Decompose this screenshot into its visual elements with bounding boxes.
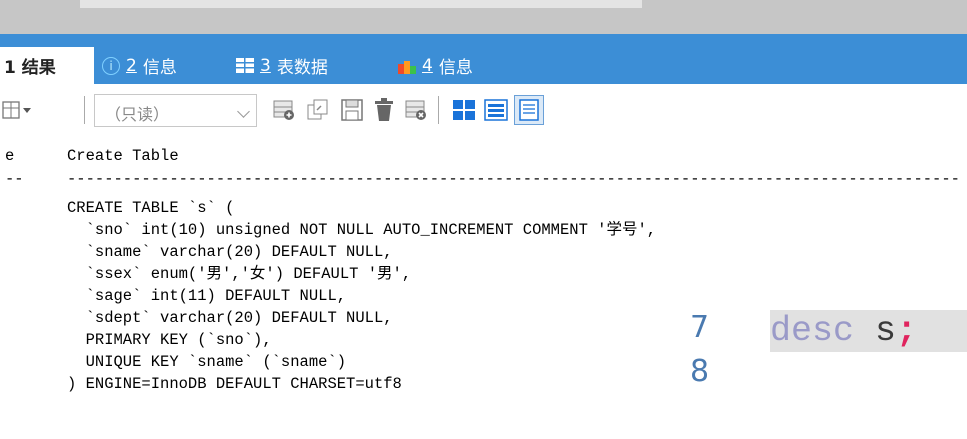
colorful-info-icon xyxy=(398,60,416,74)
text-view-icon[interactable] xyxy=(514,95,544,125)
sql-line: `sno` int(10) unsigned NOT NULL AUTO_INC… xyxy=(67,221,657,239)
toolbar-separator xyxy=(84,96,85,124)
result-toolbar: （只读） xyxy=(0,84,967,140)
create-table-result-text: e Create Table -- ----------------------… xyxy=(0,140,967,439)
table-grid-icon xyxy=(236,58,254,73)
sql-semicolon: ; xyxy=(896,311,918,351)
column-dash-1: -- xyxy=(5,170,24,188)
sql-line: `sdept` varchar(20) DEFAULT NULL, xyxy=(67,309,393,327)
sql-line: `sname` varchar(20) DEFAULT NULL, xyxy=(67,243,393,261)
column-header-1: e xyxy=(5,147,15,165)
layout-dropdown-icon[interactable] xyxy=(2,100,36,122)
chevron-down-icon xyxy=(237,105,250,118)
tab-info-2-number: 2 xyxy=(126,55,137,76)
tab-table-data-number: 3 xyxy=(260,55,271,76)
query-editor-line[interactable]: desc s; xyxy=(770,310,967,352)
toolbar-separator xyxy=(438,96,439,124)
sql-line: CREATE TABLE `s` ( xyxy=(67,199,235,217)
add-row-icon[interactable] xyxy=(272,98,296,122)
form-view-icon[interactable] xyxy=(484,99,508,121)
mode-select[interactable]: （只读） xyxy=(94,94,257,127)
tab-info-2-label: 信息 xyxy=(142,58,177,78)
save-icon[interactable] xyxy=(340,98,364,122)
tab-result-label: 1 结果 xyxy=(4,58,56,78)
tab-table-data-label: 表数据 xyxy=(276,58,328,78)
tab-info-4[interactable]: 4 信息 xyxy=(398,47,473,84)
tab-info-2[interactable]: i 2 信息 xyxy=(102,47,177,84)
grid-view-icon[interactable] xyxy=(452,99,476,121)
info-icon: i xyxy=(102,56,120,75)
top-panel-inner xyxy=(80,0,642,8)
editor-line-number-7: 7 xyxy=(690,310,710,345)
copy-row-icon[interactable] xyxy=(306,98,330,122)
delete-icon[interactable] xyxy=(372,97,396,123)
sql-line: `sage` int(11) DEFAULT NULL, xyxy=(67,287,347,305)
tab-info-4-number: 4 xyxy=(422,55,433,76)
editor-line-number-8: 8 xyxy=(690,354,710,389)
delete-row-icon[interactable] xyxy=(404,98,428,122)
column-header-create-table: Create Table xyxy=(67,147,179,165)
tab-result[interactable]: 1 结果 xyxy=(0,47,94,84)
sql-line: UNIQUE KEY `sname` (`sname`) xyxy=(67,353,347,371)
mode-select-value: （只读） xyxy=(105,105,170,124)
tab-table-data[interactable]: 3 表数据 xyxy=(236,47,328,84)
result-tab-bar: 1 结果 i 2 信息 3 表数据 4 信息 xyxy=(0,34,967,84)
tab-info-4-label: 信息 xyxy=(438,58,473,78)
top-panel-strip xyxy=(0,0,967,34)
column-dash-2: ----------------------------------------… xyxy=(67,170,960,188)
sql-keyword-desc: desc xyxy=(770,311,855,351)
sql-identifier: s xyxy=(875,311,897,351)
sql-line: PRIMARY KEY (`sno`), xyxy=(67,331,272,349)
sql-line: ) ENGINE=InnoDB DEFAULT CHARSET=utf8 xyxy=(67,375,402,393)
sql-line: `ssex` enum('男','女') DEFAULT '男', xyxy=(67,265,412,283)
